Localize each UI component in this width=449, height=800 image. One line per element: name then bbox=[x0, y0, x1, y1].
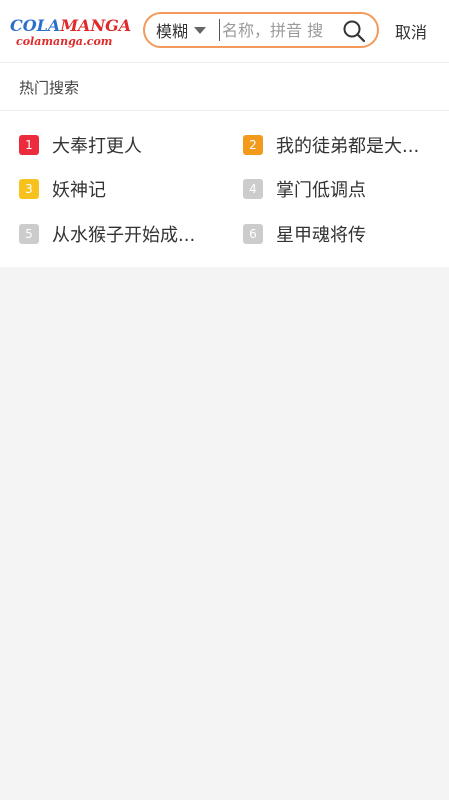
rank-badge: 4 bbox=[243, 179, 263, 199]
top-bar: COLAMANGA colamanga.com 模糊 取消 bbox=[0, 0, 449, 63]
rank-badge: 6 bbox=[243, 224, 263, 244]
search-mode-dropdown[interactable]: 模糊 bbox=[156, 14, 207, 46]
hot-search-title-text: 掌门低调点 bbox=[276, 180, 366, 201]
hot-search-title-text: 星甲魂将传 bbox=[276, 225, 366, 246]
hot-search-list: 1 大奉打更人 2 我的徒弟都是大... 3 妖神记 4 掌门低调点 5 从水猴… bbox=[0, 111, 449, 267]
hot-search-item[interactable]: 5 从水猴子开始成... bbox=[19, 219, 219, 249]
search-box: 模糊 bbox=[143, 12, 379, 48]
cancel-button[interactable]: 取消 bbox=[395, 19, 427, 43]
hot-search-title-text: 大奉打更人 bbox=[52, 136, 142, 157]
rank-badge: 1 bbox=[19, 135, 39, 155]
hot-search-title-text: 妖神记 bbox=[52, 180, 106, 201]
hot-search-item[interactable]: 3 妖神记 bbox=[19, 174, 219, 204]
hot-search-item[interactable]: 2 我的徒弟都是大... bbox=[243, 130, 443, 160]
hot-search-title-text: 从水猴子开始成... bbox=[52, 225, 196, 246]
logo-domain-text: colamanga.com bbox=[16, 35, 113, 48]
hot-search-header: 热门搜索 bbox=[0, 63, 449, 111]
hot-search-item[interactable]: 6 星甲魂将传 bbox=[243, 219, 443, 249]
hot-search-title-text: 我的徒弟都是大... bbox=[276, 136, 420, 157]
chevron-down-icon bbox=[194, 26, 207, 34]
rank-badge: 5 bbox=[19, 224, 39, 244]
hot-search-title: 热门搜索 bbox=[19, 79, 80, 97]
logo-cola-text: COLA bbox=[10, 16, 61, 35]
search-icon[interactable] bbox=[342, 19, 366, 43]
logo-manga-text: MANGA bbox=[60, 16, 132, 35]
search-input[interactable] bbox=[219, 19, 344, 41]
site-logo[interactable]: COLAMANGA colamanga.com bbox=[10, 16, 131, 57]
rank-badge: 2 bbox=[243, 135, 263, 155]
hot-search-item[interactable]: 4 掌门低调点 bbox=[243, 174, 443, 204]
rank-badge: 3 bbox=[19, 179, 39, 199]
hot-search-item[interactable]: 1 大奉打更人 bbox=[19, 130, 219, 160]
search-mode-label: 模糊 bbox=[156, 22, 189, 41]
